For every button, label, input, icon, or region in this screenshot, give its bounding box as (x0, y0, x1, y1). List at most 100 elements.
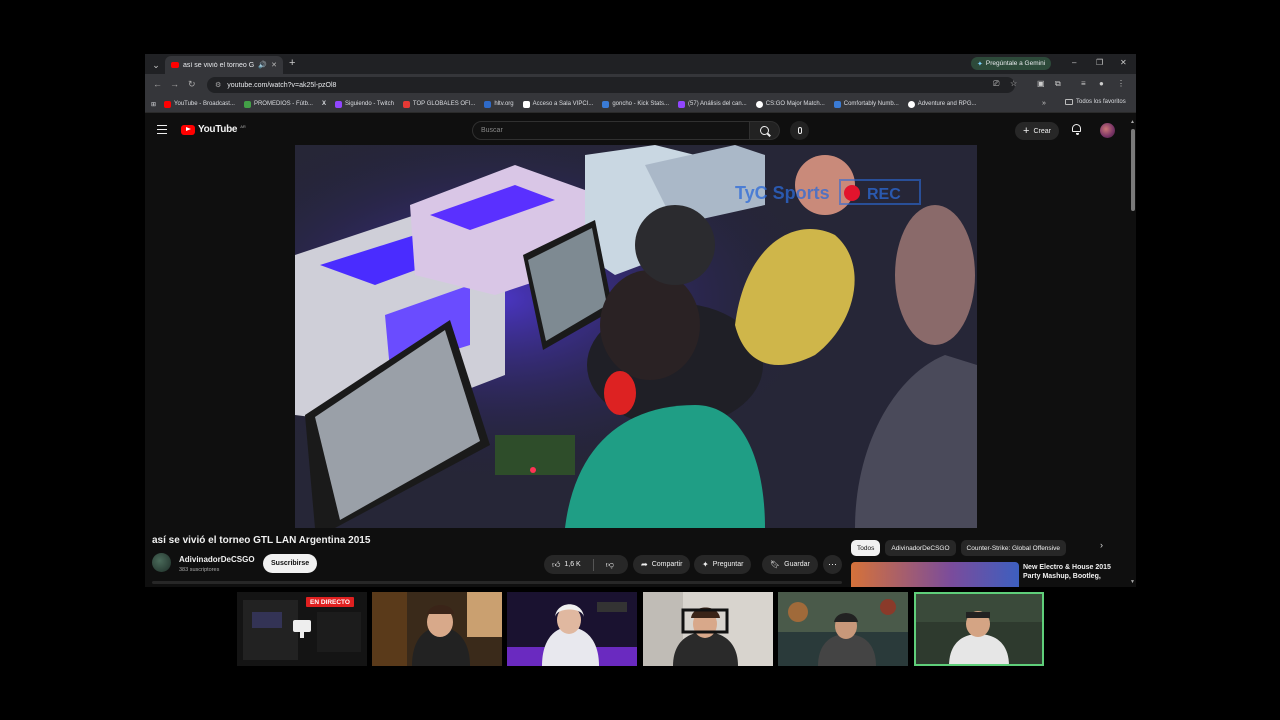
like-button[interactable]: 👍︎ 1,6 K (544, 555, 589, 574)
channel-avatar[interactable] (152, 553, 171, 572)
cam-streamer-1 (372, 592, 502, 666)
profile-icon[interactable]: ● (1099, 79, 1104, 88)
voice-search-button[interactable] (790, 121, 809, 140)
bookmark-favicon-icon (678, 100, 686, 108)
menu-kebab-icon[interactable]: ⋮ (1117, 79, 1125, 88)
tab-search-chevron-icon[interactable]: ⌄ (149, 58, 163, 72)
apps-grid-icon[interactable]: ⊞ (151, 101, 156, 108)
create-button[interactable]: + Crear (1015, 122, 1059, 140)
like-divider (592, 558, 594, 571)
bookmark-favicon-icon (484, 100, 492, 108)
live-badge: EN DIRECTO (306, 597, 354, 607)
youtube-wordmark: YouTube (198, 124, 238, 135)
tab-strip: ⌄ así se vivió el torneo GTL LA 🔊 ✕ + ✦ … (145, 54, 1136, 74)
address-bar[interactable]: ⚙ youtube.com/watch?v=ak25l-pzOl8 (207, 77, 1015, 93)
close-window-icon[interactable]: ✕ (1120, 58, 1127, 67)
cam-screen-share: EN DIRECTO (237, 592, 367, 666)
cam-streamer-3 (643, 592, 773, 666)
url-text: youtube.com/watch?v=ak25l-pzOl8 (227, 81, 337, 89)
chips-next-icon[interactable]: › (1100, 540, 1103, 550)
gemini-button[interactable]: ✦ Pregúntale a Gemini (971, 57, 1052, 70)
recommended-title[interactable]: New Electro & House 2015 Party Mashup, B… (1023, 563, 1128, 581)
like-dislike-group: 👍︎ 1,6 K 👎︎ (544, 555, 628, 574)
bookmark-item[interactable]: PROMEDIOS - Fútb... (243, 100, 313, 108)
bookmark-item[interactable]: YouTube - Broadcast... (164, 100, 235, 108)
bookmark-favicon-icon (833, 100, 841, 108)
notifications-bell-icon[interactable] (1072, 124, 1082, 135)
back-icon[interactable]: ← (153, 79, 162, 89)
cam-streamer-4 (778, 592, 908, 666)
forward-icon[interactable]: → (170, 79, 179, 89)
chip-game[interactable]: Counter-Strike: Global Offensive (960, 540, 1066, 556)
tab-close-icon[interactable]: ✕ (271, 61, 277, 69)
svg-text:TyC Sports: TyC Sports (735, 183, 830, 203)
video-title: así se vivió el torneo GTL LAN Argentina… (152, 535, 371, 546)
gemini-spark-icon: ✦ (977, 60, 983, 68)
like-count: 1,6 K (564, 561, 581, 568)
bookmark-item[interactable]: (57) Análisis del can... (678, 100, 747, 108)
bookmark-favicon-icon (402, 100, 410, 108)
search-input[interactable]: Buscar (472, 121, 750, 140)
microphone-icon (797, 127, 802, 134)
share-button[interactable]: ➦ Compartir (633, 555, 691, 574)
thumbs-up-icon: 👍︎ (552, 559, 561, 569)
description-box-edge (152, 581, 842, 584)
bookmarks-overflow-icon[interactable]: » (1042, 100, 1046, 107)
share-label: Compartir (651, 561, 683, 568)
gemini-label: Pregúntale a Gemini (985, 60, 1046, 67)
media-icon[interactable]: ≡ (1081, 79, 1086, 88)
chip-channel[interactable]: AdivinadorDeCSGO (885, 540, 956, 556)
bookmark-item[interactable]: X (322, 101, 326, 107)
bookmark-item[interactable]: TOP GLOBALES OFI... (402, 100, 475, 108)
address-toolbar: ← → ↻ ⚙ youtube.com/watch?v=ak25l-pzOl8 … (145, 74, 1136, 96)
active-tab[interactable]: así se vivió el torneo GTL LA 🔊 ✕ (165, 56, 283, 74)
scroll-up-icon[interactable]: ▲ (1130, 119, 1135, 125)
restore-icon[interactable]: ❐ (1096, 58, 1103, 67)
plus-icon: + (1023, 124, 1030, 137)
bookmark-item[interactable]: goncho - Kick Stats... (602, 100, 669, 108)
ask-button[interactable]: ✦ Preguntar (694, 555, 752, 574)
speaker-icon[interactable]: 🔊 (258, 61, 267, 69)
extension-icon[interactable]: ▣ (1037, 79, 1045, 88)
bookmark-star-icon[interactable]: ☆ (1010, 79, 1017, 88)
scrollbar-thumb[interactable] (1131, 129, 1135, 211)
bookmark-item[interactable]: Comfortably Numb... (833, 100, 899, 108)
youtube-logo[interactable]: YouTube AR (181, 124, 246, 135)
subscribe-button[interactable]: Suscribirse (263, 554, 318, 573)
search-icon (760, 126, 769, 135)
all-bookmarks-folder[interactable]: Todos los favoritos (1065, 99, 1126, 105)
bookmark-item[interactable]: Adventure and RPG... (907, 100, 976, 108)
bookmark-favicon-icon (755, 100, 763, 108)
country-code: AR (240, 124, 246, 129)
recommended-thumbnail[interactable] (851, 562, 1019, 587)
cam-streamer-2-image (507, 592, 637, 666)
account-avatar[interactable] (1100, 123, 1115, 138)
cam-streamer-3-image (643, 592, 773, 666)
bookmark-item[interactable]: hltv.org (484, 100, 514, 108)
new-tab-button[interactable]: + (289, 57, 295, 69)
ask-label: Preguntar (712, 561, 744, 568)
bookmark-item[interactable]: CS:GO Major Match... (755, 100, 825, 108)
save-button[interactable]: 🔖︎ Guardar (762, 555, 818, 574)
bookmark-item[interactable]: Acceso a Sala VIPCI... (522, 100, 593, 108)
chip-all[interactable]: Todos (851, 540, 881, 556)
bookmark-favicon-icon (602, 100, 610, 108)
extensions-puzzle-icon[interactable]: ⧉ (1055, 79, 1061, 89)
bookmark-item[interactable]: Siguiendo - Twitch (335, 100, 394, 108)
scroll-down-icon[interactable]: ▼ (1130, 579, 1135, 585)
channel-name[interactable]: AdivinadorDeCSGO (179, 555, 255, 564)
video-frame: TyC Sports REC (295, 145, 977, 528)
video-player[interactable]: TyC Sports REC (295, 145, 977, 528)
cam-streamer-4-image (778, 592, 908, 666)
reload-icon[interactable]: ↻ (188, 79, 196, 90)
install-icon[interactable]: ⎚ (993, 79, 999, 89)
more-actions-icon[interactable]: ⋯ (823, 555, 842, 574)
search-button[interactable] (750, 121, 780, 140)
guide-menu-icon[interactable] (157, 125, 167, 134)
bookmark-favicon-icon (243, 100, 251, 108)
dislike-button[interactable]: 👎︎ (598, 555, 622, 574)
thumbs-down-icon: 👎︎ (605, 559, 614, 569)
site-info-icon[interactable]: ⚙ (215, 81, 221, 89)
youtube-favicon-icon (171, 62, 179, 68)
minimize-icon[interactable]: – (1072, 58, 1076, 67)
